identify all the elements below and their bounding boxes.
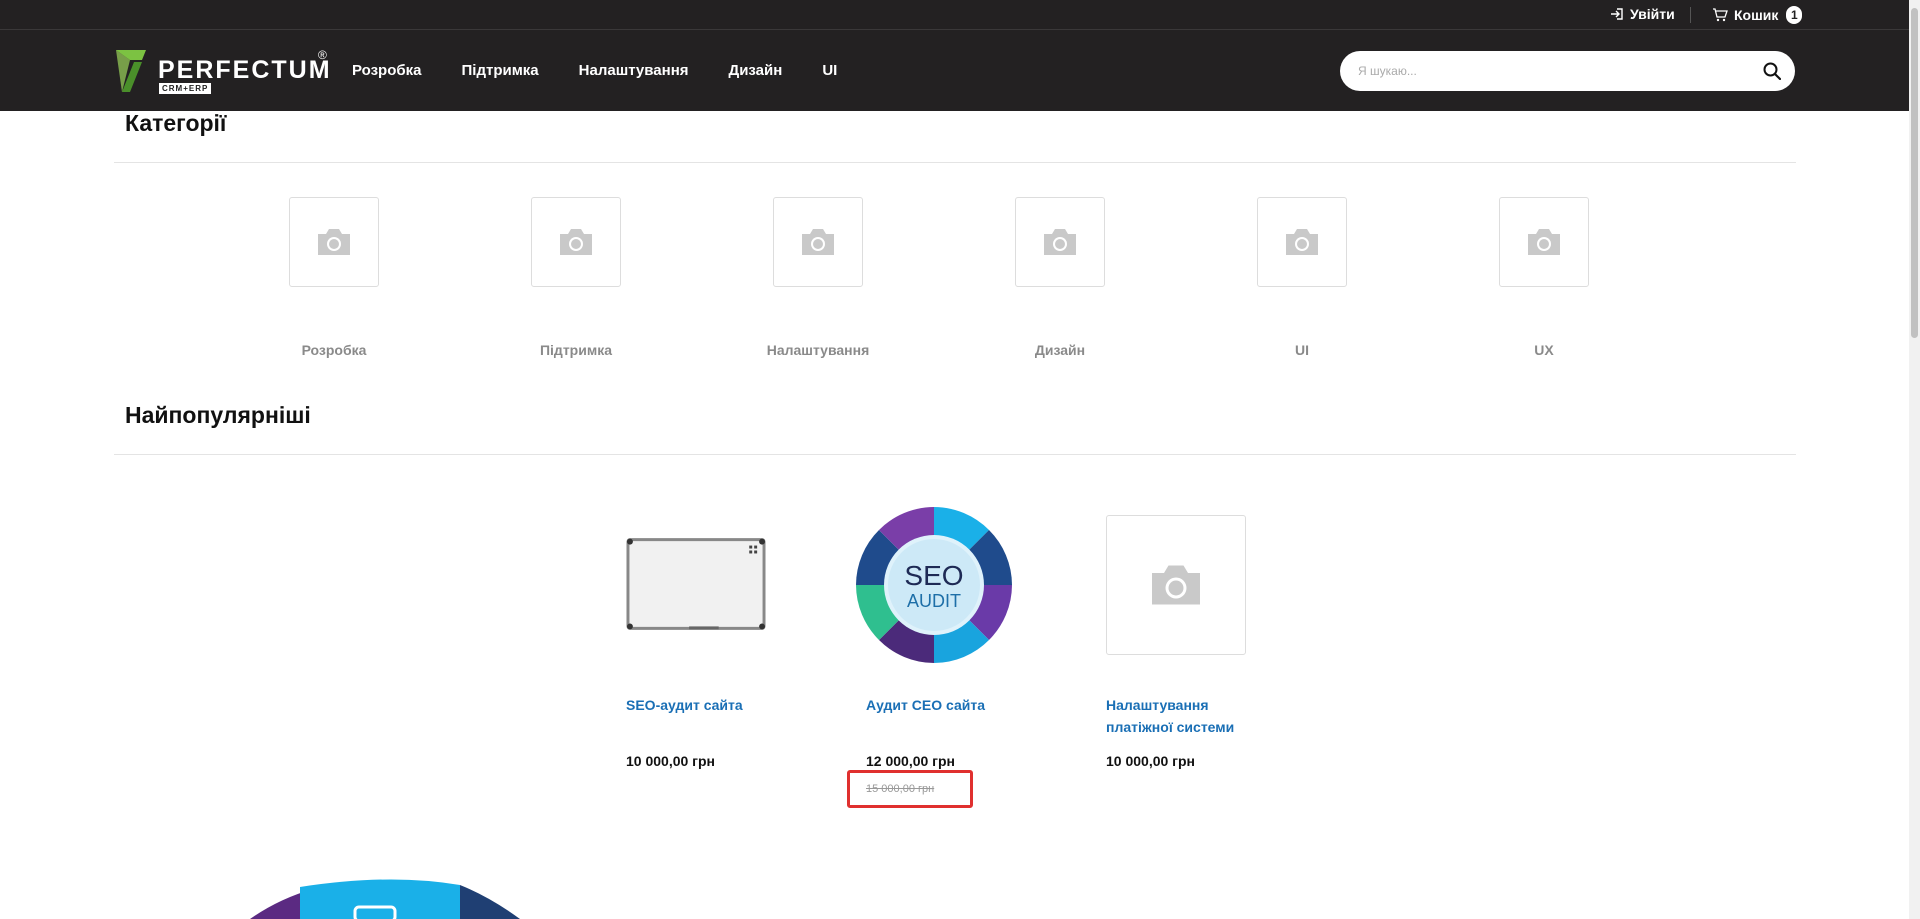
category-development[interactable]: Розробка xyxy=(264,197,404,358)
category-thumbnail xyxy=(1257,197,1347,287)
nav-item-settings[interactable]: Налаштування xyxy=(579,62,689,79)
cart-count-badge: 1 xyxy=(1786,6,1803,24)
camera-placeholder-icon xyxy=(560,229,592,255)
category-label: UI xyxy=(1295,342,1309,358)
category-ui[interactable]: UI xyxy=(1232,197,1372,358)
camera-placeholder-icon xyxy=(1152,565,1200,605)
category-thumbnail xyxy=(1499,197,1589,287)
product-card: Налаштування платіжної системи 10 000,00… xyxy=(1106,515,1286,769)
product-image[interactable] xyxy=(1106,515,1246,655)
category-thumbnail xyxy=(1015,197,1105,287)
category-label: Розробка xyxy=(301,342,367,358)
divider xyxy=(114,454,1796,455)
product-image[interactable] xyxy=(626,515,766,655)
nav-item-support[interactable]: Підтримка xyxy=(462,62,539,79)
cart-icon xyxy=(1713,8,1728,22)
search-icon[interactable] xyxy=(1763,62,1781,80)
main-nav: Розробка Підтримка Налаштування Дизайн U… xyxy=(352,30,837,111)
seo-audit-image: SEO AUDIT xyxy=(856,507,1012,663)
category-thumbnail xyxy=(531,197,621,287)
product-name-link[interactable]: Аудит СЕО сайта xyxy=(866,694,1016,716)
product-name-link[interactable]: Налаштування платіжної системи xyxy=(1106,694,1256,738)
product-image[interactable]: SEO AUDIT xyxy=(854,505,1014,665)
page-scrollbar[interactable] xyxy=(1909,0,1920,919)
category-label: Підтримка xyxy=(539,342,612,358)
seo-image-text: SEO xyxy=(904,560,963,591)
nav-item-ui[interactable]: UI xyxy=(822,62,837,79)
search-box xyxy=(1340,51,1795,91)
audit-image-text: AUDIT xyxy=(907,591,961,611)
highlight-annotation xyxy=(847,770,973,808)
logo[interactable]: PERFECTUM ® CRM+ERP xyxy=(116,48,332,94)
product-price: 10 000,00 грн xyxy=(1106,753,1196,769)
nav-item-development[interactable]: Розробка xyxy=(352,62,422,79)
login-label: Увійти xyxy=(1630,6,1675,22)
whiteboard-image xyxy=(626,538,766,630)
top-bar: Увійти Кошик 1 xyxy=(0,0,1909,30)
logo-registered-mark: ® xyxy=(318,48,327,62)
camera-placeholder-icon xyxy=(1286,229,1318,255)
divider xyxy=(114,162,1796,163)
product-price: 10 000,00 грн xyxy=(626,753,716,769)
category-thumbnail xyxy=(289,197,379,287)
search-input[interactable] xyxy=(1358,51,1738,91)
product-card: SEO AUDIT Аудит СЕО сайта 12 000,00 грн … xyxy=(856,507,1046,795)
login-link[interactable]: Увійти xyxy=(1610,6,1675,22)
logo-subtitle: CRM+ERP xyxy=(159,83,212,94)
camera-placeholder-icon xyxy=(1528,229,1560,255)
logo-text: PERFECTUM xyxy=(158,56,332,84)
cart-label: Кошик xyxy=(1734,7,1779,23)
nav-item-design[interactable]: Дизайн xyxy=(729,62,783,79)
category-label: UX xyxy=(1534,342,1554,358)
categories-title: Категорії xyxy=(125,110,227,136)
topbar-divider xyxy=(1690,7,1691,23)
main-header: PERFECTUM ® CRM+ERP Розробка Підтримка Н… xyxy=(0,30,1909,111)
category-settings[interactable]: Налаштування xyxy=(748,197,888,358)
product-name-link[interactable]: SEO-аудит сайта xyxy=(626,694,776,716)
category-support[interactable]: Підтримка xyxy=(506,197,646,358)
product-price: 12 000,00 грн xyxy=(866,753,956,769)
category-design[interactable]: Дизайн xyxy=(990,197,1130,358)
camera-placeholder-icon xyxy=(1044,229,1076,255)
popular-title: Найпопулярніші xyxy=(125,402,311,428)
category-label: Налаштування xyxy=(766,342,870,358)
category-ux[interactable]: UX xyxy=(1474,197,1614,358)
category-thumbnail xyxy=(773,197,863,287)
scrollbar-thumb[interactable] xyxy=(1911,8,1918,338)
camera-placeholder-icon xyxy=(318,229,350,255)
logo-mark-icon xyxy=(116,50,146,92)
category-label: Дизайн xyxy=(1034,342,1086,358)
product-card: SEO-аудит сайта 10 000,00 грн xyxy=(626,515,806,769)
cart-link[interactable]: Кошик 1 xyxy=(1712,6,1803,24)
login-icon xyxy=(1611,8,1623,20)
banner-image-partial xyxy=(250,879,520,919)
camera-placeholder-icon xyxy=(802,229,834,255)
